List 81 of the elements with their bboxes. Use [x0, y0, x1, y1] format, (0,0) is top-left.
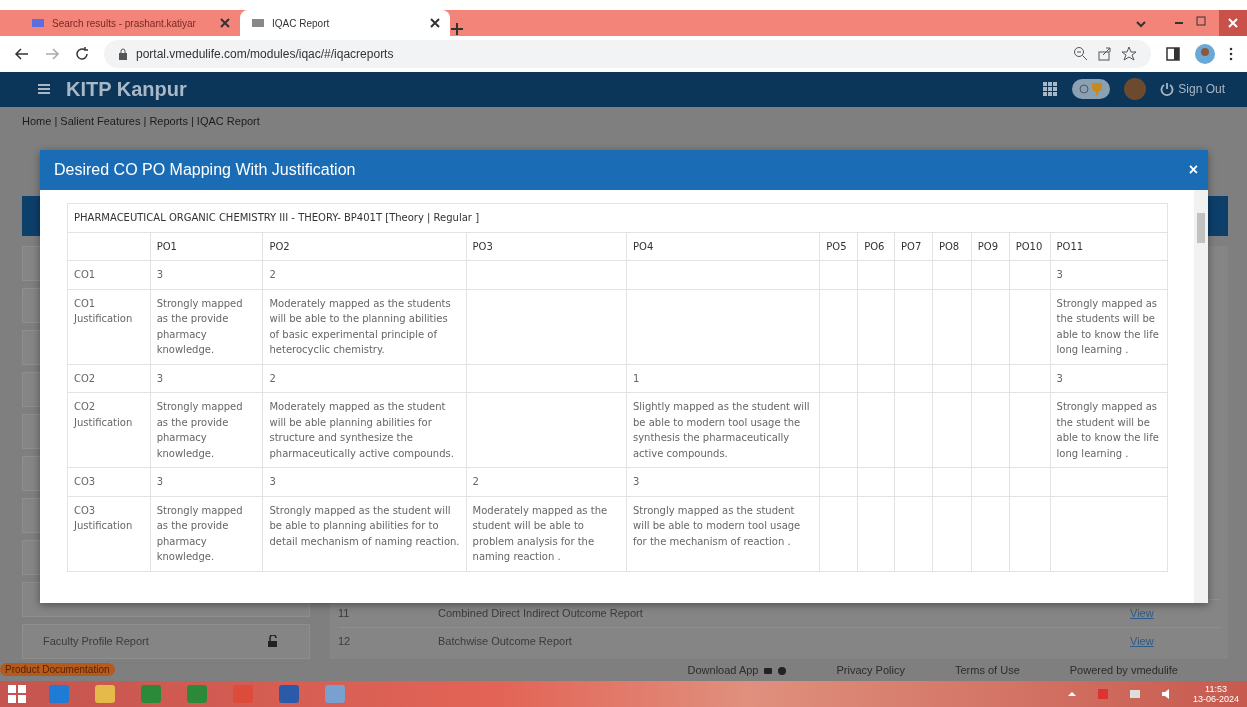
grid-icon[interactable]	[1042, 81, 1059, 98]
footer-link[interactable]: Privacy Policy	[836, 663, 905, 676]
sign-out-button[interactable]: Sign Out	[1160, 82, 1225, 97]
column-header: PO1	[150, 232, 263, 261]
table-cell: 2	[262, 260, 467, 289]
trophy-toggle-icon[interactable]	[1072, 79, 1111, 100]
view-link[interactable]: View	[1130, 635, 1220, 648]
table-cell: 1	[626, 364, 820, 393]
avatar-icon[interactable]	[1195, 44, 1215, 65]
column-header: PO4	[626, 232, 820, 261]
lock-icon	[118, 48, 128, 61]
table-cell: Strongly mapped as the provide pharmacy knowledge.	[150, 392, 263, 468]
row-label: CO1 Justification	[67, 289, 151, 364]
footer-link[interactable]: Powered by vmedulife	[1069, 663, 1178, 676]
app-title: KITP Kanpur	[66, 78, 188, 101]
share-icon[interactable]	[1097, 46, 1113, 63]
table-cell: Moderately mapped as the student will be able planning abilities for structure and synthesize the pharmaceutically active compounds.	[262, 392, 467, 468]
side-panel-icon[interactable]	[1165, 46, 1181, 63]
column-header: PO6	[857, 232, 895, 261]
more-icon[interactable]	[1229, 47, 1233, 62]
table-cell: Strongly mapped as the student will be able to know the life long learning .	[1050, 392, 1168, 468]
table-cell: Moderately mapped as the students will be able to the planning abilities of basic experimental principle of heterocyclic chemistry.	[262, 289, 467, 364]
plus-icon[interactable]	[450, 22, 464, 36]
view-link[interactable]: View	[1130, 607, 1220, 620]
clock[interactable]: 11:53 13-06-2024	[1192, 683, 1239, 704]
column-header: PO7	[894, 232, 933, 261]
table-cell: 3	[150, 467, 263, 496]
table-cell: Strongly mapped as the student will be able to planning abilities for to detail mechanism of naming reaction.	[262, 496, 467, 571]
power-icon	[1160, 82, 1175, 97]
row-label: CO2	[67, 364, 151, 393]
table-cell: Strongly mapped as the provide pharmacy knowledge.	[150, 496, 263, 571]
table-cell: 3	[262, 467, 467, 496]
column-header: PO2	[262, 232, 467, 261]
network-icon[interactable]	[1128, 687, 1141, 700]
footer-link[interactable]: Terms of Use	[954, 663, 1020, 676]
scrollbar[interactable]	[1194, 190, 1208, 603]
browser-tab[interactable]: Search results - prashant.katiyar	[20, 10, 240, 36]
column-header: PO10	[1009, 232, 1051, 261]
lock-icon	[267, 635, 279, 648]
table-cell: Moderately mapped as the student will be able to problem analysis for the naming reaction .	[466, 496, 627, 571]
close-button[interactable]: ×	[1188, 161, 1198, 179]
breadcrumb: Home | Salient Features | Reports | IQAC Report	[21, 114, 261, 130]
table-cell: Strongly mapped as the students will be able to know the life long learning .	[1050, 289, 1168, 364]
dialog-title: Desired CO PO Mapping With Justification	[54, 161, 357, 179]
table-cell: Strongly mapped as the student will be able to modern tool usage for the mechanism of reaction .	[626, 496, 820, 571]
close-icon[interactable]	[220, 18, 230, 28]
windows-start-icon[interactable]	[8, 684, 26, 703]
table-cell: 2	[466, 467, 627, 496]
zoom-out-icon[interactable]	[1073, 46, 1089, 63]
documentation-badge[interactable]: Product Documentation	[0, 663, 115, 677]
star-icon[interactable]	[1121, 46, 1137, 63]
table-cell: Slightly mapped as the student will be able to modern tool usage the synthesis the pharmaceutically active compounds.	[626, 392, 820, 468]
column-header: PO3	[466, 232, 627, 261]
row-label: CO3	[67, 467, 151, 496]
column-header: PO5	[819, 232, 858, 261]
table-cell: 3	[1050, 260, 1168, 289]
row-label: CO2 Justification	[67, 392, 151, 468]
table-cell: Strongly mapped as the provide pharmacy knowledge.	[150, 289, 263, 364]
course-title: PHARMACEUTICAL ORGANIC CHEMISTRY III - THEORY- BP401T [Theory | Regular ]	[67, 203, 1168, 232]
browser-tab[interactable]: IQAC Report	[240, 10, 450, 36]
apple-icon	[776, 664, 787, 675]
report-name: Combined Direct Indirect Outcome Report	[438, 607, 644, 620]
table-cell: 3	[1050, 364, 1168, 393]
row-number: 12	[338, 635, 352, 648]
row-label: CO1	[67, 260, 151, 289]
column-header: PO11	[1050, 232, 1168, 261]
report-name: Batchwise Outcome Report	[438, 635, 573, 648]
close-icon[interactable]	[430, 18, 440, 28]
table-cell: 3	[150, 364, 263, 393]
row-label: CO3 Justification	[67, 496, 151, 571]
table-cell: 3	[150, 260, 263, 289]
reload-icon[interactable]	[74, 46, 90, 63]
sidebar-item[interactable]: Faculty Profile Report	[22, 623, 310, 659]
column-header: PO8	[932, 232, 972, 261]
address-bar[interactable]: portal.vmedulife.com/modules/iqac/#/iqacreports	[104, 40, 1151, 69]
table-cell: 3	[626, 467, 820, 496]
column-header: PO9	[971, 232, 1010, 261]
download-app-text[interactable]: Download App	[687, 663, 787, 676]
table-cell: 2	[262, 364, 467, 393]
taskbar-app-icon[interactable]	[92, 682, 118, 705]
row-number: 11	[338, 607, 351, 620]
